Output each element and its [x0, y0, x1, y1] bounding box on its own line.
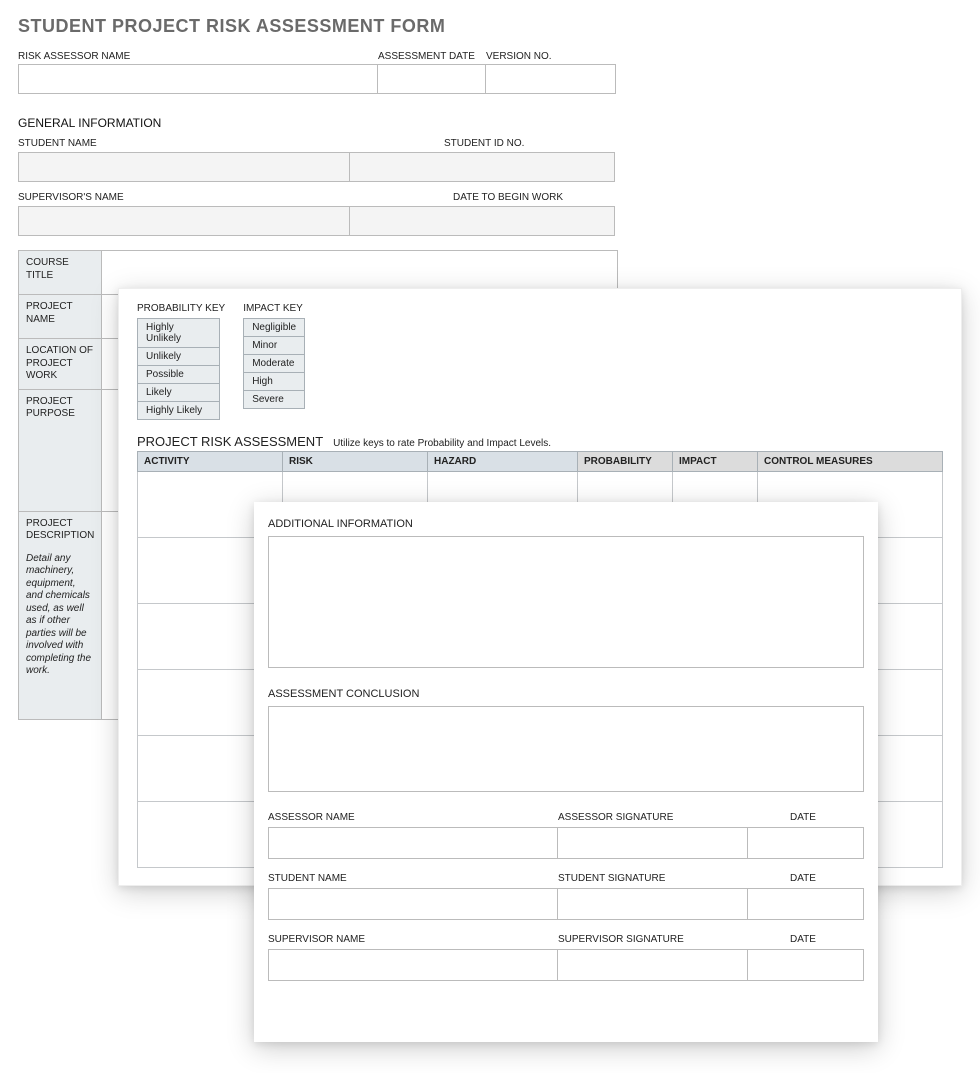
date-begin-input[interactable]: [350, 206, 615, 236]
supervisor-name-label-sig: SUPERVISOR NAME: [268, 934, 558, 945]
impact-key-item: Moderate: [244, 355, 305, 373]
assessor-name-label: RISK ASSESSOR NAME: [18, 51, 378, 62]
probability-key-item: Unlikely: [138, 348, 220, 366]
col-activity: ACTIVITY: [138, 452, 283, 472]
gen-row-1: [18, 152, 618, 182]
top-row: RISK ASSESSOR NAME ASSESSMENT DATE VERSI…: [18, 51, 618, 94]
assessment-date-input[interactable]: [378, 64, 486, 94]
impact-key-item: High: [244, 373, 305, 391]
risk-assessment-subheading: Utilize keys to rate Probability and Imp…: [333, 438, 551, 449]
probability-key-item: Highly Unlikely: [138, 319, 220, 348]
risk-assessment-header: PROJECT RISK ASSESSMENT Utilize keys to …: [137, 434, 943, 449]
col-control: CONTROL MEASURES: [758, 452, 943, 472]
col-risk: RISK: [283, 452, 428, 472]
student-name-input[interactable]: [18, 152, 350, 182]
col-hazard: HAZARD: [428, 452, 578, 472]
student-signature-label: STUDENT SIGNATURE: [558, 873, 748, 884]
project-name-label: PROJECT NAME: [19, 295, 102, 339]
course-title-label: COURSE TITLE: [19, 251, 102, 295]
supervisor-name-label: SUPERVISOR'S NAME: [18, 192, 124, 203]
supervisor-signature-input[interactable]: [558, 949, 748, 981]
supervisor-date-input[interactable]: [748, 949, 864, 981]
general-info-heading: GENERAL INFORMATION: [18, 116, 618, 130]
impact-key-item: Severe: [244, 391, 305, 409]
col-probability: PROBABILITY: [578, 452, 673, 472]
version-no-label: VERSION NO.: [486, 51, 616, 62]
page-3: ADDITIONAL INFORMATION ASSESSMENT CONCLU…: [254, 502, 878, 1042]
assessor-name-sig-input[interactable]: [268, 827, 558, 859]
student-name-label-sig: STUDENT NAME: [268, 873, 558, 884]
additional-info-input[interactable]: [268, 536, 864, 668]
label-row-2: SUPERVISOR'S NAME DATE TO BEGIN WORK: [18, 192, 618, 206]
student-id-label: STUDENT ID NO.: [444, 138, 524, 149]
student-date-label: DATE: [748, 873, 864, 884]
version-no-input[interactable]: [486, 64, 616, 94]
additional-info-label: ADDITIONAL INFORMATION: [268, 518, 864, 530]
location-label: LOCATION OF PROJECT WORK: [19, 339, 102, 390]
impact-key-item: Minor: [244, 337, 305, 355]
probability-key-label: PROBABILITY KEY: [137, 303, 225, 314]
supervisor-signature-label: SUPERVISOR SIGNATURE: [558, 934, 748, 945]
supervisor-date-label: DATE: [748, 934, 864, 945]
purpose-label: PROJECT PURPOSE: [19, 389, 102, 511]
assessor-name-input[interactable]: [18, 64, 378, 94]
assessor-signature-label: ASSESSOR SIGNATURE: [558, 812, 748, 823]
probability-key-item: Highly Likely: [138, 402, 220, 420]
supervisor-name-input[interactable]: [18, 206, 350, 236]
probability-key-item: Possible: [138, 366, 220, 384]
signature-row-supervisor: SUPERVISOR NAME SUPERVISOR SIGNATURE DAT…: [268, 934, 864, 981]
label-row-1: STUDENT NAME STUDENT ID NO.: [18, 138, 618, 152]
assessor-date-label: DATE: [748, 812, 864, 823]
assessor-date-input[interactable]: [748, 827, 864, 859]
assessment-date-label: ASSESSMENT DATE: [378, 51, 486, 62]
supervisor-name-sig-input[interactable]: [268, 949, 558, 981]
conclusion-input[interactable]: [268, 706, 864, 792]
gen-row-2: [18, 206, 618, 236]
student-name-sig-input[interactable]: [268, 888, 558, 920]
student-date-input[interactable]: [748, 888, 864, 920]
student-id-input[interactable]: [350, 152, 615, 182]
col-impact: IMPACT: [673, 452, 758, 472]
probability-key-table: Highly Unlikely Unlikely Possible Likely…: [137, 318, 220, 420]
date-begin-label: DATE TO BEGIN WORK: [453, 192, 563, 203]
impact-key-item: Negligible: [244, 319, 305, 337]
form-title: STUDENT PROJECT RISK ASSESSMENT FORM: [18, 16, 618, 37]
description-help: Detail any machinery, equipment, and che…: [26, 553, 94, 678]
signature-row-student: STUDENT NAME STUDENT SIGNATURE DATE: [268, 873, 864, 920]
impact-key-table: Negligible Minor Moderate High Severe: [243, 318, 305, 409]
description-label: PROJECT DESCRIPTION Detail any machinery…: [19, 511, 102, 719]
impact-key-label: IMPACT KEY: [243, 303, 305, 314]
key-wrap: PROBABILITY KEY Highly Unlikely Unlikely…: [137, 303, 943, 420]
assessor-signature-input[interactable]: [558, 827, 748, 859]
conclusion-label: ASSESSMENT CONCLUSION: [268, 688, 864, 700]
student-signature-input[interactable]: [558, 888, 748, 920]
student-name-label: STUDENT NAME: [18, 138, 97, 149]
probability-key-item: Likely: [138, 384, 220, 402]
risk-assessment-heading: PROJECT RISK ASSESSMENT: [137, 434, 323, 449]
signature-row-assessor: ASSESSOR NAME ASSESSOR SIGNATURE DATE: [268, 812, 864, 859]
assessor-name-label-sig: ASSESSOR NAME: [268, 812, 558, 823]
